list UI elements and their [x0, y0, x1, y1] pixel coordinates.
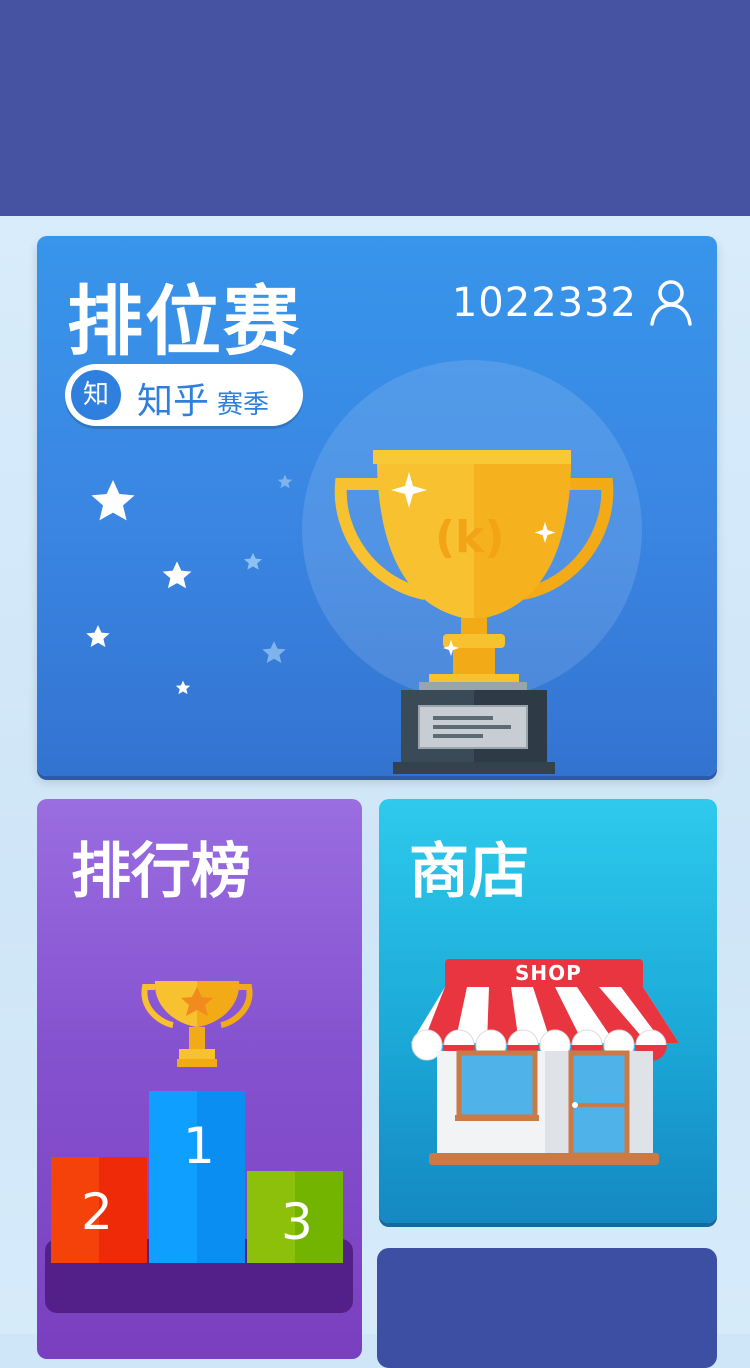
shop-icon — [411, 959, 679, 1165]
podium-rank-1: 1 — [183, 1117, 215, 1175]
shop-title: 商店 — [409, 837, 529, 907]
season-badge: 知 — [71, 370, 121, 420]
podium-rank-3: 3 — [281, 1193, 313, 1251]
star-icon — [91, 480, 135, 521]
star-icon — [86, 625, 110, 647]
star-icon — [277, 474, 293, 489]
shop-card[interactable]: 商店 SHOP — [379, 799, 717, 1223]
star-icon — [162, 561, 192, 589]
top-header-bar — [0, 0, 750, 216]
user-id: 1022332 — [451, 280, 637, 326]
next-card[interactable] — [377, 1248, 717, 1368]
ranked-title: 排位赛 — [67, 277, 301, 366]
trophy-icon — [334, 450, 614, 774]
leaderboard-card[interactable]: 排行榜 1 2 3 — [37, 799, 362, 1359]
leaderboard-title: 排行榜 — [71, 837, 251, 907]
star-icon — [244, 552, 262, 570]
user-icon[interactable] — [649, 278, 693, 326]
star-icon — [175, 680, 191, 695]
season-pill[interactable]: 知 知乎 赛季 — [65, 364, 303, 426]
podium-rank-2: 2 — [81, 1183, 113, 1241]
trophy-letter: (k) — [435, 512, 505, 563]
shop-sign-text: SHOP — [515, 961, 582, 985]
season-name: 知乎 — [137, 381, 210, 422]
ranked-match-card[interactable]: 排位赛 1022332 知 知乎 赛季 (k) — [37, 236, 717, 776]
star-icon — [262, 641, 286, 663]
season-suffix: 赛季 — [217, 390, 270, 420]
